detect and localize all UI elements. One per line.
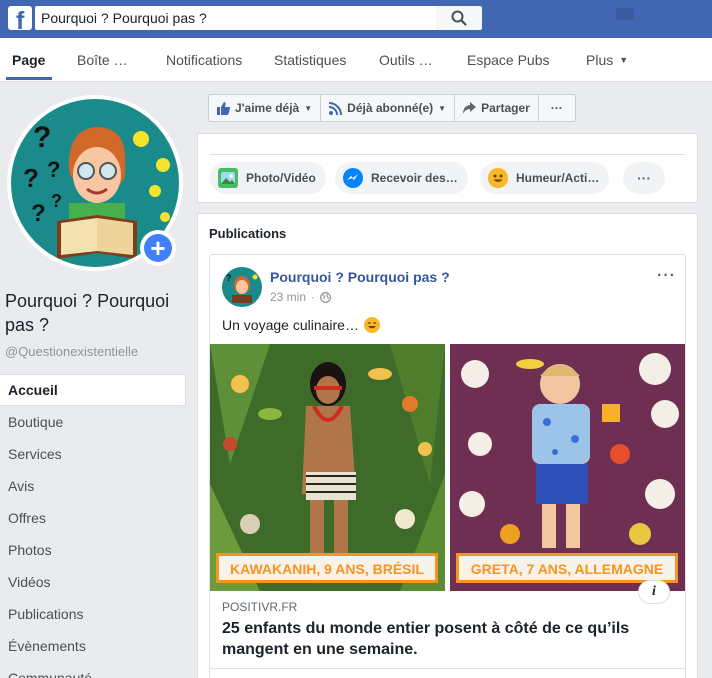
meta-separator: · [311,290,316,304]
sidebar-item-photos[interactable]: Photos [0,534,186,566]
post-message-text: Un voyage culinaire… [222,317,359,333]
smiley-icon [488,168,508,188]
page-tabs: Page Boîte … Notifications Statistiques … [0,38,712,82]
composer-more-button[interactable]: ··· [623,162,665,194]
info-button[interactable]: i [638,580,670,604]
svg-text:?: ? [47,157,60,182]
grinning-emoji-icon [363,317,380,333]
sidebar-item-evenements[interactable]: Évènements [0,630,186,662]
post-meta: 23 min · [270,290,331,304]
caret-down-icon: ▼ [438,103,447,113]
top-navigation-bar: f Pourquoi ? Pourquoi pas ? [0,0,712,38]
svg-text:?: ? [23,163,39,193]
get-messages-label: Recevoir des… [371,171,458,185]
left-column: ? ? ? ? ? + Pourquoi ? Pourquoi pas ? @Q… [0,83,195,678]
photo-video-button[interactable]: Photo/Vidéo [210,162,326,194]
caption-right: GRETA, 7 ANS, ALLEMAGNE [471,561,663,577]
tab-page[interactable]: Page [12,52,45,68]
svg-text:?: ? [33,121,51,154]
facebook-logo[interactable]: f [8,6,32,35]
tab-ads[interactable]: Espace Pubs [467,52,550,68]
tab-tools[interactable]: Outils … [379,52,433,68]
tab-statistics[interactable]: Statistiques [274,52,346,68]
caret-down-icon: ▼ [619,55,629,65]
publications-card: Publications ? Pourquoi ? Pourquoi pas ?… [197,213,698,678]
link-title[interactable]: 25 enfants du monde entier posent à côté… [222,618,672,660]
search-icon [451,10,467,26]
messenger-icon [343,168,363,188]
rss-icon [329,101,343,115]
search-input[interactable]: Pourquoi ? Pourquoi pas ? [35,6,436,30]
post-author-avatar[interactable]: ? [222,267,262,307]
sidebar-item-accueil[interactable]: Accueil [0,374,186,406]
plus-icon: + [144,234,172,262]
sidebar-item-communaute[interactable]: Communauté [0,662,186,678]
photo-video-label: Photo/Vidéo [246,171,316,185]
feed-post: ? Pourquoi ? Pourquoi pas ? 23 min · ···… [209,254,686,678]
add-photo-button[interactable]: + [140,230,176,266]
post-message: Un voyage culinaire… [222,317,380,333]
sidebar-item-publications[interactable]: Publications [0,598,186,630]
active-tab-indicator [6,77,52,80]
tab-notifications[interactable]: Notifications [166,52,242,68]
share-button[interactable]: Partager [455,95,539,121]
post-author-name[interactable]: Pourquoi ? Pourquoi pas ? [270,269,450,285]
feeling-activity-button[interactable]: Humeur/Acti… [480,162,610,194]
sidebar-nav: Accueil Boutique Services Avis Offres Ph… [0,374,186,678]
globe-icon [320,291,331,303]
sidebar-item-services[interactable]: Services [0,438,186,470]
sidebar-item-offres[interactable]: Offres [0,502,186,534]
post-options-button[interactable]: ··· [657,267,676,285]
facebook-logo-letter: f [16,7,25,35]
search-button[interactable] [436,6,482,30]
svg-text:?: ? [226,273,232,283]
sidebar-item-videos[interactable]: Vidéos [0,566,186,598]
get-messages-button[interactable]: Recevoir des… [335,162,468,194]
photo-icon [218,168,238,188]
publications-heading: Publications [209,226,287,241]
share-arrow-icon [463,102,477,114]
page-action-bar: J'aime déjà ▼ Déjà abonné(e) ▼ Partager ··… [208,94,576,122]
following-button-label: Déjà abonné(e) [347,101,434,115]
composer-divider [210,154,685,155]
following-button[interactable]: Déjà abonné(e) ▼ [321,95,456,121]
caret-down-icon: ▼ [304,103,313,113]
link-domain: POSITIVR.FR [222,600,298,614]
page-title: Pourquoi ? Pourquoi pas ? [5,291,170,335]
tab-more-label: Plus [586,52,614,68]
sidebar-item-avis[interactable]: Avis [0,470,186,502]
caption-left: KAWAKANIH, 9 ANS, BRÉSIL [230,561,424,577]
share-button-label: Partager [481,101,530,115]
liked-button-label: J'aime déjà [235,101,300,115]
tab-more[interactable]: Plus ▼ [586,52,628,68]
thumbs-up-icon [217,101,230,115]
svg-text:?: ? [51,191,62,211]
svg-text:?: ? [31,200,46,227]
notifications-icon[interactable] [616,8,634,20]
post-timestamp[interactable]: 23 min [270,290,306,304]
feeling-activity-label: Humeur/Acti… [516,171,600,185]
sidebar-item-boutique[interactable]: Boutique [0,406,186,438]
tab-inbox[interactable]: Boîte … [77,52,128,68]
post-composer: Photo/Vidéo Recevoir des… Humeur/Acti… ·… [197,133,698,203]
more-actions-button[interactable]: ··· [539,95,575,121]
link-preview-image[interactable]: KAWAKANIH, 9 ANS, BRÉSIL GRETA, 7 ANS, A… [210,344,685,591]
page-username[interactable]: @Questionexistentielle [5,344,138,359]
post-divider [210,668,685,669]
liked-button[interactable]: J'aime déjà ▼ [209,95,322,121]
